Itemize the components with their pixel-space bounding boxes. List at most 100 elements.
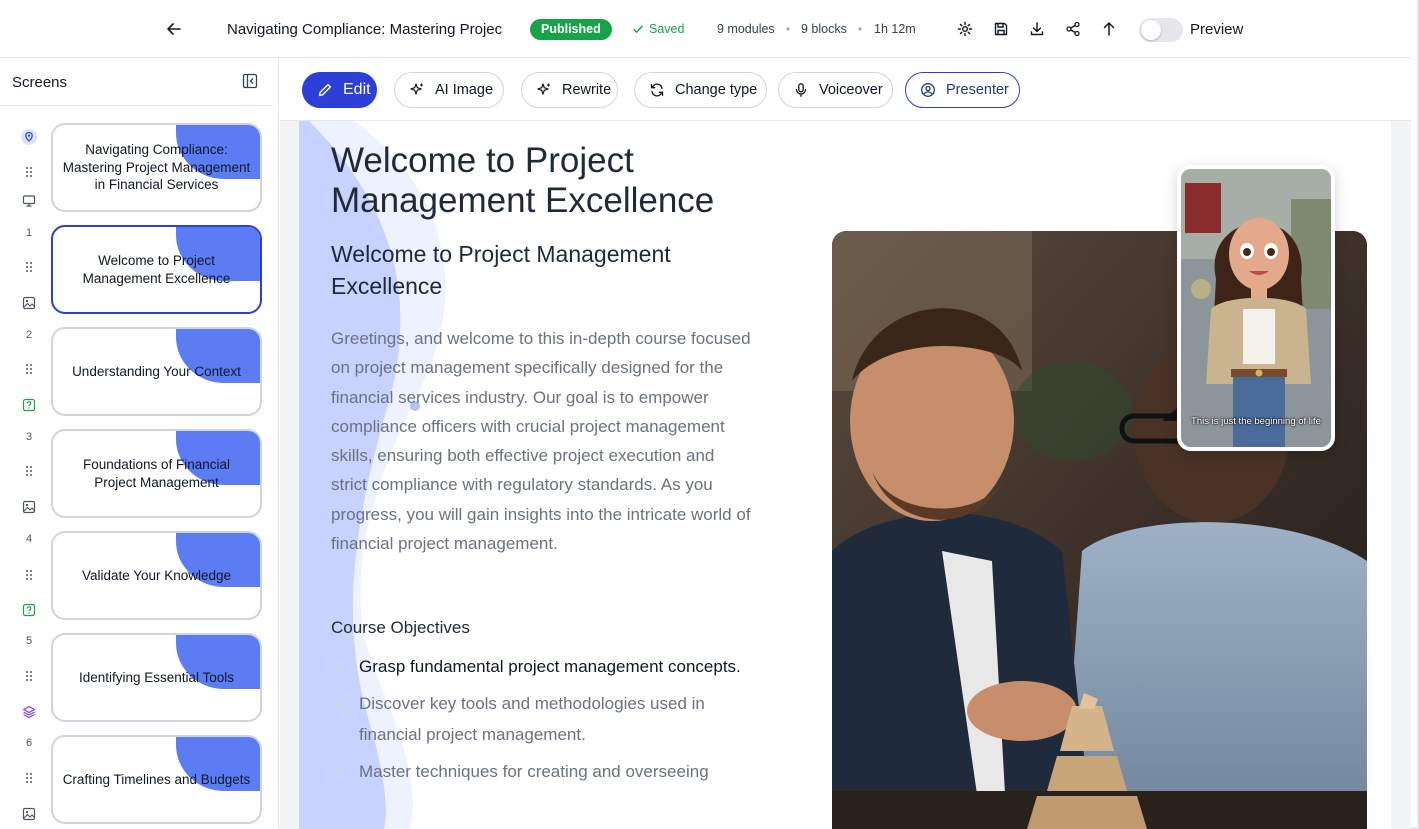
drag-handle-icon[interactable] [20, 360, 38, 378]
image-icon [20, 498, 38, 516]
screens-sidebar: Screens Navigating Compliance: Mastering… [0, 58, 279, 829]
slide-body[interactable]: Greetings, and welcome to this in-depth … [331, 324, 751, 558]
download-icon [1030, 22, 1044, 36]
edit-button[interactable]: Edit [302, 72, 377, 108]
microphone-icon [795, 83, 807, 97]
settings-button[interactable] [954, 18, 976, 40]
quiz-icon [20, 396, 38, 414]
screen-card-title: Identifying Essential Tools [78, 669, 235, 685]
voiceover-button[interactable]: Voiceover [778, 72, 893, 108]
objective-text: Grasp fundamental project management con… [359, 657, 741, 676]
screen-card[interactable]: Crafting Timelines and Budgets [51, 735, 262, 824]
screen-number: 6 [25, 737, 33, 749]
list-item[interactable]: Discover key tools and methodologies use… [331, 688, 751, 750]
modules-count: 9 modules [717, 22, 775, 36]
presenter-label: Presenter [946, 82, 1009, 98]
separator-dot: • [858, 22, 863, 36]
screen-card-title: Foundations of Financial Project Managem… [82, 457, 231, 490]
download-button[interactable] [1026, 18, 1048, 40]
slide-title[interactable]: Welcome to Project Management Excellence [331, 141, 751, 221]
change-type-label: Change type [675, 82, 758, 98]
user-circle-icon [921, 83, 935, 97]
bullet [334, 701, 340, 707]
status-badge: Published [530, 19, 612, 40]
bullet [334, 664, 340, 670]
screen-card-title: Validate Your Knowledge [81, 567, 232, 583]
screen-card-title: Crafting Timelines and Budgets [62, 771, 251, 787]
saved-label: Saved [649, 22, 685, 36]
save-button[interactable] [990, 18, 1012, 40]
arrow-up-icon [1103, 22, 1115, 36]
refresh-icon [650, 83, 664, 97]
publish-button[interactable] [1098, 18, 1120, 40]
screen-card[interactable]: Welcome to Project Management Excellence [51, 225, 262, 314]
duration: 1h 12m [874, 22, 916, 36]
share-button[interactable] [1062, 18, 1084, 40]
drag-handle-icon[interactable] [20, 163, 38, 181]
screen-number: 1 [25, 227, 33, 239]
image-icon [20, 294, 38, 312]
drag-handle-icon[interactable] [20, 258, 38, 276]
edit-label: Edit [343, 81, 371, 98]
screen-number: 3 [25, 431, 33, 443]
list-item[interactable]: Grasp fundamental project management con… [331, 651, 751, 682]
share-icon [1066, 21, 1080, 37]
screen-card[interactable]: Foundations of Financial Project Managem… [51, 429, 262, 518]
objectives-heading[interactable]: Course Objectives [331, 618, 470, 638]
list-item[interactable]: Master techniques for creating and overs… [331, 756, 751, 787]
pencil-icon [318, 83, 332, 97]
screen-number: 5 [25, 635, 33, 647]
presentation-icon [20, 192, 38, 210]
layers-icon [20, 703, 38, 721]
screen-card-title: Navigating Compliance: Mastering Project… [62, 142, 251, 193]
ai-image-button[interactable]: AI Image [394, 72, 504, 108]
screen-number: 4 [25, 533, 33, 545]
save-icon [994, 22, 1008, 36]
preview-label: Preview [1190, 21, 1244, 38]
separator-dot: • [786, 22, 791, 36]
collapse-sidebar-button[interactable] [242, 73, 260, 91]
presenter-caption: This is just the beginning of life [1191, 416, 1321, 427]
sparkle-icon [537, 83, 550, 95]
voiceover-label: Voiceover [819, 82, 883, 98]
ai-image-label: AI Image [435, 82, 494, 98]
screen-card-title: Understanding Your Context [72, 363, 241, 379]
presenter-video[interactable]: This is just the beginning of life [1177, 165, 1335, 451]
editing-toolbar: Edit AI Image Rewrite Change type Voiceo… [280, 58, 1411, 121]
image-icon [20, 805, 38, 823]
screen-card[interactable]: Navigating Compliance: Mastering Project… [51, 123, 262, 212]
screen-card[interactable]: Understanding Your Context [51, 327, 262, 416]
change-type-button[interactable]: Change type [634, 72, 767, 108]
preview-toggle[interactable] [1139, 18, 1183, 42]
quiz-icon [20, 601, 38, 619]
objective-text: Master techniques for creating and overs… [359, 762, 709, 781]
drag-handle-icon[interactable] [20, 566, 38, 584]
blocks-count: 9 blocks [801, 22, 847, 36]
objectives-list: Grasp fundamental project management con… [331, 651, 751, 793]
slide-subtitle[interactable]: Welcome to Project Management Excellence [331, 238, 731, 302]
screen-card[interactable]: Identifying Essential Tools [51, 633, 262, 722]
top-bar: Navigating Compliance: Mastering Project… [0, 0, 1411, 58]
sparkle-icon [410, 83, 423, 95]
back-button[interactable] [162, 17, 186, 41]
screen-card-title: Welcome to Project Management Excellence [82, 253, 231, 286]
bullet [334, 769, 340, 775]
slide: Welcome to Project Management Excellence… [299, 121, 1391, 829]
gear-icon [957, 21, 973, 37]
screen-card[interactable]: Validate Your Knowledge [51, 531, 262, 620]
slide-canvas: Welcome to Project Management Excellence… [280, 121, 1411, 829]
rewrite-button[interactable]: Rewrite [521, 72, 618, 108]
drag-handle-icon[interactable] [20, 667, 38, 685]
rewrite-label: Rewrite [562, 82, 612, 98]
sidebar-header: Screens [0, 58, 273, 106]
objective-text: Discover key tools and methodologies use… [359, 694, 705, 744]
screen-number: 2 [25, 329, 33, 341]
course-title: Navigating Compliance: Mastering Project… [227, 21, 502, 38]
saved-indicator: Saved [632, 22, 684, 36]
drag-handle-icon[interactable] [20, 462, 38, 480]
arrow-left-icon [167, 23, 181, 35]
check-icon [633, 25, 643, 33]
drag-handle-icon[interactable] [20, 769, 38, 787]
presenter-button[interactable]: Presenter [905, 72, 1020, 108]
toggle-knob [1141, 20, 1161, 40]
